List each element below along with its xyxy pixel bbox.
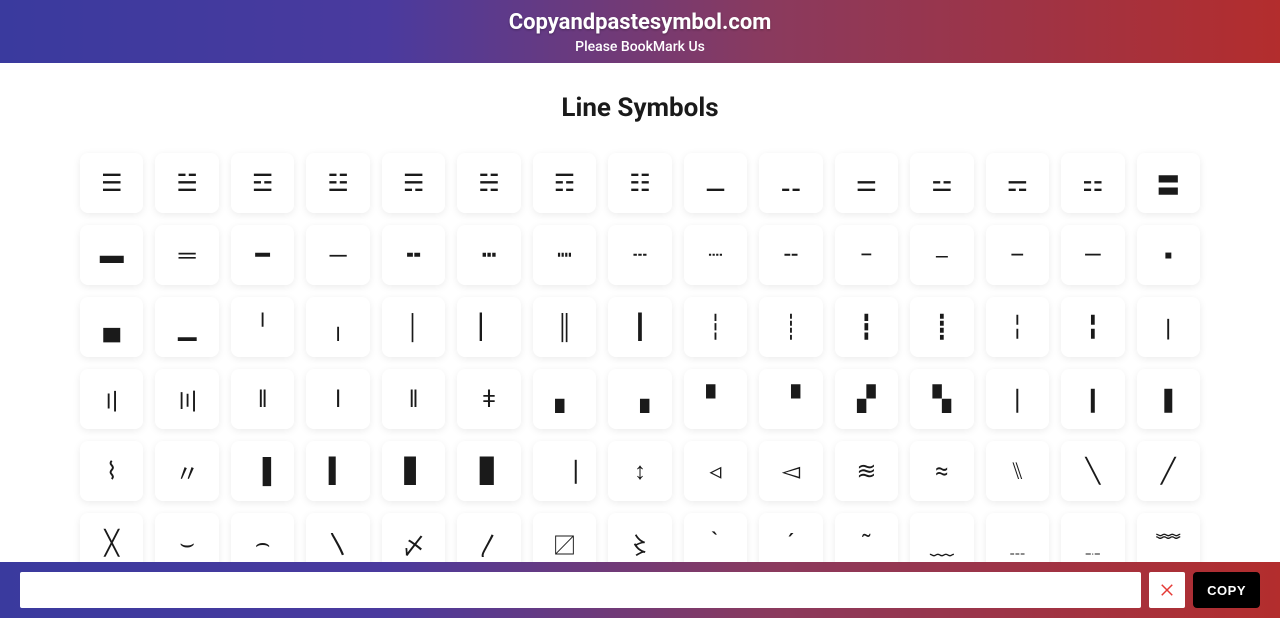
symbol-tile[interactable]: 〓	[1137, 153, 1200, 213]
symbol-tile[interactable]: ⎹	[533, 441, 596, 501]
symbol-tile[interactable]: ▁	[155, 297, 218, 357]
symbol-tile[interactable]: ≋	[835, 441, 898, 501]
symbol-tile[interactable]: ▍	[306, 441, 369, 501]
symbol-tile[interactable]: ┄	[608, 225, 671, 285]
symbol-tile[interactable]: ═	[155, 225, 218, 285]
symbol-tile[interactable]: ╷	[306, 297, 369, 357]
symbol-tile[interactable]: ǀ	[306, 369, 369, 429]
header-banner: Copyandpastesymbol.com Please BookMark U…	[0, 0, 1280, 63]
symbol-tile[interactable]: ╍	[382, 225, 445, 285]
symbol-tile[interactable]: ⚋	[759, 153, 822, 213]
symbol-tile[interactable]: −	[835, 225, 898, 285]
site-title: Copyandpastesymbol.com	[0, 10, 1280, 35]
symbol-tile[interactable]: ▞	[835, 369, 898, 429]
symbol-tile[interactable]: ☵	[457, 153, 520, 213]
symbol-tile[interactable]: ▖	[533, 369, 596, 429]
symbol-tile[interactable]: ☷	[608, 153, 671, 213]
bottom-copy-bar: COPY	[0, 562, 1280, 618]
symbol-tile[interactable]: ☴	[382, 153, 445, 213]
symbol-tile[interactable]: ╏	[1061, 297, 1124, 357]
symbol-tile[interactable]: ─	[306, 225, 369, 285]
symbol-tile[interactable]: ┈	[684, 225, 747, 285]
copy-button[interactable]: COPY	[1193, 572, 1260, 608]
symbol-tile[interactable]: ◃	[684, 441, 747, 501]
symbol-tile[interactable]: 〡	[1137, 297, 1200, 357]
symbol-tile[interactable]: ☱	[155, 153, 218, 213]
symbol-tile[interactable]: ▬	[80, 225, 143, 285]
symbol-tile[interactable]: ⚊	[684, 153, 747, 213]
copy-input[interactable]	[20, 572, 1141, 608]
page-title: Line Symbols	[80, 93, 1200, 123]
symbol-tile[interactable]: ⑊	[986, 441, 1049, 501]
symbol-tile[interactable]: ┅	[457, 225, 520, 285]
symbol-tile[interactable]: ┉	[533, 225, 596, 285]
symbol-tile[interactable]: ⚎	[986, 153, 1049, 213]
symbol-tile[interactable]: ☳	[306, 153, 369, 213]
symbol-tile[interactable]: ⌇	[80, 441, 143, 501]
symbol-tile[interactable]: ╲	[1061, 441, 1124, 501]
symbol-tile[interactable]: ⎯	[910, 225, 973, 285]
symbol-tile[interactable]: ╌	[759, 225, 822, 285]
symbol-tile[interactable]: 〢	[80, 369, 143, 429]
symbol-tile[interactable]: ◅	[759, 441, 822, 501]
symbol-grid: ☰☱☲☳☴☵☶☷⚊⚋⚌⚍⚎⚏〓 ▬═━─╍┅┉┄┈╌−⎯–—▪ ▄▁╵╷│▏║┃┆┊…	[80, 153, 1200, 573]
symbol-tile[interactable]: ▐	[231, 441, 294, 501]
symbol-tile[interactable]: ▝	[759, 369, 822, 429]
symbol-tile[interactable]: ☰	[80, 153, 143, 213]
symbol-tile[interactable]: ║	[533, 297, 596, 357]
symbol-tile[interactable]: ⚍	[910, 153, 973, 213]
symbol-tile[interactable]: ┋	[910, 297, 973, 357]
symbol-tile[interactable]: ▄	[80, 297, 143, 357]
symbol-tile[interactable]: ≈	[910, 441, 973, 501]
symbol-tile[interactable]: │	[382, 297, 445, 357]
clear-button[interactable]	[1149, 572, 1185, 608]
symbol-tile[interactable]: ┊	[759, 297, 822, 357]
symbol-tile[interactable]: —	[1061, 225, 1124, 285]
symbol-tile[interactable]: ━	[231, 225, 294, 285]
symbol-tile[interactable]: ╱	[1137, 441, 1200, 501]
symbol-tile[interactable]: ┃	[608, 297, 671, 357]
symbol-tile[interactable]: ▏	[457, 297, 520, 357]
symbol-tile[interactable]: ↕	[608, 441, 671, 501]
symbol-tile[interactable]: ▪	[1137, 225, 1200, 285]
symbol-tile[interactable]: ▊	[457, 441, 520, 501]
symbol-tile[interactable]: ▘	[684, 369, 747, 429]
symbol-tile[interactable]: ▚	[910, 369, 973, 429]
symbol-tile[interactable]: ǁ	[382, 369, 445, 429]
symbol-tile[interactable]: ❘	[986, 369, 1049, 429]
symbol-tile[interactable]: ⚏	[1061, 153, 1124, 213]
symbol-tile[interactable]: ‖	[231, 369, 294, 429]
symbol-tile[interactable]: ▋	[382, 441, 445, 501]
symbol-tile[interactable]: ❙	[1061, 369, 1124, 429]
symbol-tile[interactable]: ╵	[231, 297, 294, 357]
symbol-tile[interactable]: ⚌	[835, 153, 898, 213]
bookmark-text: Please BookMark Us	[0, 39, 1280, 55]
symbol-tile[interactable]: 〣	[155, 369, 218, 429]
main-content: Line Symbols ☰☱☲☳☴☵☶☷⚊⚋⚌⚍⚎⚏〓 ▬═━─╍┅┉┄┈╌−⎯…	[0, 63, 1280, 593]
symbol-tile[interactable]: –	[986, 225, 1049, 285]
symbol-tile[interactable]: ▗	[608, 369, 671, 429]
symbol-tile[interactable]: ╎	[986, 297, 1049, 357]
close-icon	[1158, 581, 1176, 599]
symbol-tile[interactable]: ☲	[231, 153, 294, 213]
symbol-tile[interactable]: ┆	[684, 297, 747, 357]
symbol-tile[interactable]: ❚	[1137, 369, 1200, 429]
symbol-tile[interactable]: 〃	[155, 441, 218, 501]
symbol-tile[interactable]: ǂ	[457, 369, 520, 429]
symbol-tile[interactable]: ┇	[835, 297, 898, 357]
symbol-tile[interactable]: ☶	[533, 153, 596, 213]
